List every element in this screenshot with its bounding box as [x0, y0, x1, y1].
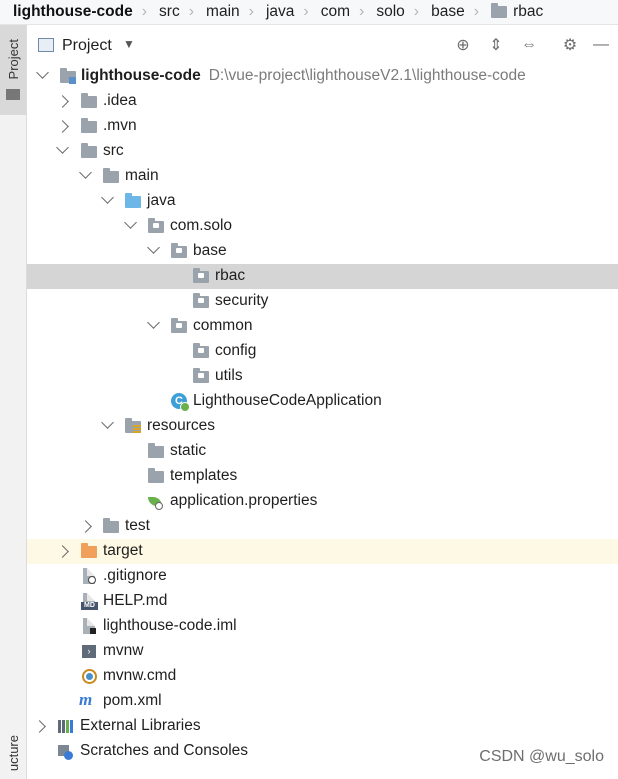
tree-row-main[interactable]: main	[27, 164, 618, 189]
breadcrumb: lighthouse-code › src › main › java › com › s…	[0, 0, 618, 25]
left-tool-strip: Project ucture	[0, 25, 27, 779]
excluded-folder-icon	[81, 543, 98, 560]
expand-arrow-icon[interactable]	[56, 120, 69, 133]
tree-row-mvnw[interactable]: › mvnw	[27, 639, 618, 664]
folder-icon	[148, 443, 165, 460]
tree-row-resources[interactable]: resources	[27, 414, 618, 439]
folder-icon	[81, 93, 98, 110]
collapse-all-icon[interactable]: ⇔	[519, 35, 539, 55]
breadcrumb-item-src[interactable]: src ›	[147, 0, 194, 24]
shell-script-icon: ›	[81, 643, 98, 660]
source-folder-icon	[125, 193, 142, 210]
package-icon	[193, 268, 210, 285]
expand-arrow-icon[interactable]	[79, 166, 92, 179]
tree-row-static[interactable]: static	[27, 439, 618, 464]
package-icon	[171, 243, 188, 260]
breadcrumb-item-java[interactable]: java ›	[254, 0, 309, 24]
expand-arrow-icon[interactable]	[124, 216, 137, 229]
tree-row-com-solo[interactable]: com.solo	[27, 214, 618, 239]
folder-icon	[81, 118, 98, 135]
spring-properties-icon	[148, 493, 165, 510]
expand-arrow-icon[interactable]	[36, 66, 49, 79]
tree-row-java[interactable]: java	[27, 189, 618, 214]
expand-arrow-icon[interactable]	[56, 141, 69, 154]
ignore-file-icon	[81, 568, 98, 585]
module-folder-icon	[60, 68, 77, 85]
tree-row-common[interactable]: common	[27, 314, 618, 339]
panel-title[interactable]: Project	[62, 37, 112, 55]
breadcrumb-item-main[interactable]: main ›	[194, 0, 254, 24]
watermark: CSDN @wu_solo	[479, 748, 604, 765]
folder-icon	[103, 168, 120, 185]
tree-row-lighthouse-code[interactable]: lighthouse-code D:\vue-project\lighthouse…	[27, 64, 618, 89]
expand-arrow-icon[interactable]	[101, 191, 114, 204]
view-selector-caret-icon[interactable]: ▼	[123, 37, 135, 51]
tree-row-utils[interactable]: utils	[27, 364, 618, 389]
structure-tool-tab[interactable]: ucture	[0, 731, 26, 779]
markdown-file-icon: MD	[81, 593, 98, 610]
expand-arrow-icon[interactable]	[56, 545, 69, 558]
tree-row-templates[interactable]: templates	[27, 464, 618, 489]
package-icon	[171, 318, 188, 335]
expand-arrow-icon[interactable]	[56, 95, 69, 108]
folder-icon	[148, 468, 165, 485]
package-icon	[148, 218, 165, 235]
folder-icon	[81, 143, 98, 160]
folder-icon	[6, 89, 20, 100]
package-icon	[193, 343, 210, 360]
project-view-icon	[38, 38, 54, 52]
tree-row-mvnw-cmd[interactable]: mvnw.cmd	[27, 664, 618, 689]
batch-file-icon	[81, 668, 98, 685]
breadcrumb-item-base[interactable]: base ›	[419, 0, 479, 24]
expand-arrow-icon[interactable]	[101, 416, 114, 429]
tree-row-config[interactable]: config	[27, 339, 618, 364]
package-icon	[193, 368, 210, 385]
project-panel-header: Project ▼ ⊕ ⇕ ⇔ ⚙ —	[27, 25, 618, 67]
tree-row-target[interactable]: target	[27, 539, 618, 564]
breadcrumb-item-rbac[interactable]: rbac	[479, 0, 543, 24]
settings-gear-icon[interactable]: ⚙	[560, 35, 580, 55]
tree-row-base[interactable]: base	[27, 239, 618, 264]
iml-file-icon	[81, 618, 98, 635]
locate-file-icon[interactable]: ⊕	[453, 35, 473, 55]
expand-arrow-icon[interactable]	[79, 520, 92, 533]
folder-icon	[103, 518, 120, 535]
tree-row-application-properties[interactable]: application.properties	[27, 489, 618, 514]
breadcrumb-item-solo[interactable]: solo ›	[364, 0, 419, 24]
maven-icon: m	[79, 690, 93, 709]
tree-row-idea[interactable]: .idea	[27, 89, 618, 114]
expand-arrow-icon[interactable]	[147, 241, 160, 254]
tree-row-gitignore[interactable]: .gitignore	[27, 564, 618, 589]
tree-row-rbac[interactable]: rbac	[27, 264, 618, 289]
breadcrumb-item-com[interactable]: com ›	[309, 0, 365, 24]
project-tool-tab[interactable]: Project	[0, 25, 26, 115]
tree-row-pom-xml[interactable]: m pom.xml	[27, 689, 618, 714]
tree-row-help-md[interactable]: MD HELP.md	[27, 589, 618, 614]
tree-row-external-libraries[interactable]: External Libraries	[27, 714, 618, 739]
package-icon	[491, 3, 508, 18]
resources-folder-icon	[125, 418, 142, 435]
expand-all-icon[interactable]: ⇕	[486, 35, 506, 55]
tree-row-security[interactable]: security	[27, 289, 618, 314]
hide-panel-icon[interactable]: —	[591, 35, 611, 55]
scratches-icon	[57, 743, 74, 760]
library-icon	[57, 718, 74, 735]
tree-row-test[interactable]: test	[27, 514, 618, 539]
expand-arrow-icon[interactable]	[33, 720, 46, 733]
spring-boot-class-icon: C	[171, 393, 190, 412]
tree-row-src[interactable]: src	[27, 139, 618, 164]
tree-row-iml[interactable]: lighthouse-code.iml	[27, 614, 618, 639]
package-icon	[193, 293, 210, 310]
tree-row-mvn[interactable]: .mvn	[27, 114, 618, 139]
tree-row-lighthouse-code-application[interactable]: C LighthouseCodeApplication	[27, 389, 618, 414]
breadcrumb-item-project[interactable]: lighthouse-code ›	[0, 0, 147, 24]
expand-arrow-icon[interactable]	[147, 316, 160, 329]
